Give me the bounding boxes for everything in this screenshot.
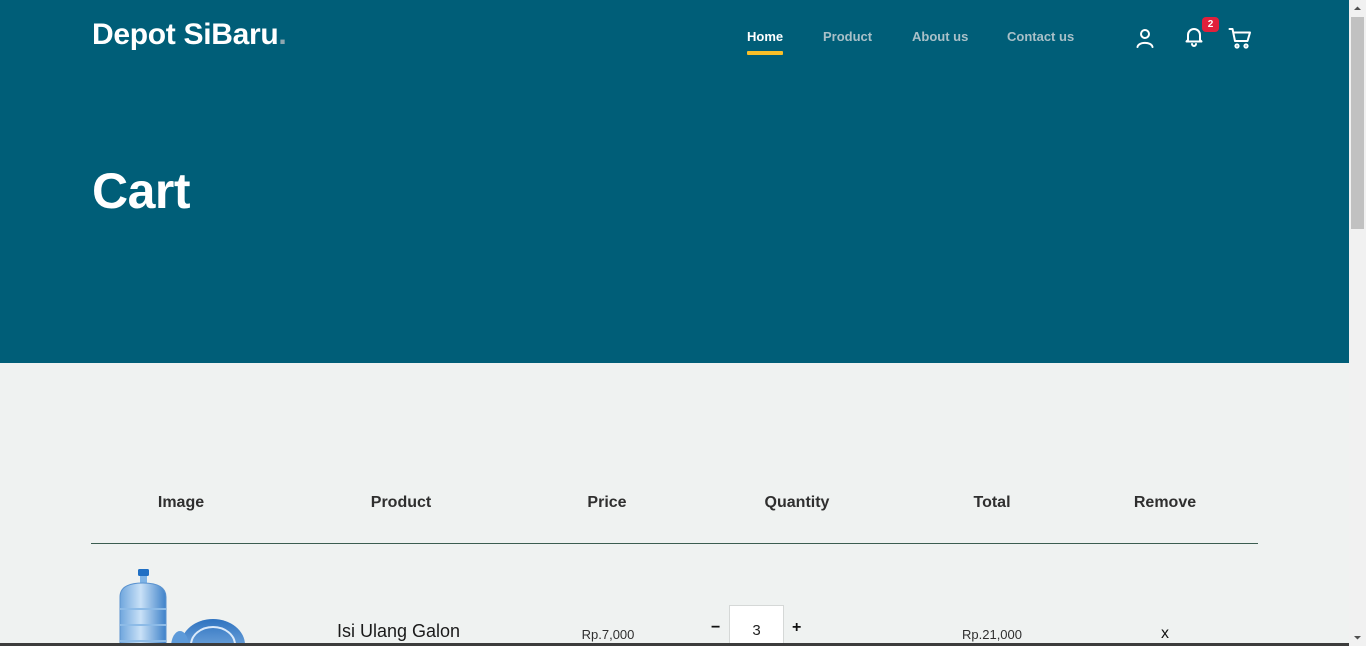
brand-name: Depot SiBaru [92, 18, 279, 51]
column-header-quantity: Quantity [764, 494, 830, 511]
column-header-total: Total [973, 494, 1011, 511]
page-title: Cart [92, 163, 191, 219]
nav-item-about-us[interactable]: About us [912, 29, 968, 44]
cart-icon[interactable] [1228, 26, 1252, 50]
brand-dot: . [278, 18, 287, 51]
nav-item-home[interactable]: Home [747, 29, 784, 55]
brand-logo[interactable]: Depot SiBaru. [92, 18, 287, 52]
water-gallon-image [110, 567, 245, 646]
quantity-decrease-button[interactable]: − [711, 619, 720, 637]
scrollbar-thumb[interactable] [1351, 17, 1364, 229]
nav-item-contact-us[interactable]: Contact us [1007, 29, 1074, 44]
line-total: Rp.21,000 [962, 627, 1022, 642]
nav-item-home-label: Home [747, 29, 784, 44]
product-price: Rp.7,000 [581, 627, 635, 642]
notification-badge: 2 [1202, 17, 1219, 32]
column-header-product: Product [370, 494, 432, 511]
remove-item-button[interactable]: x [1161, 625, 1169, 643]
user-icon[interactable] [1133, 26, 1157, 50]
quantity-input[interactable] [729, 605, 784, 646]
nav-item-product[interactable]: Product [823, 29, 872, 44]
column-header-remove: Remove [1133, 494, 1197, 511]
product-name: Isi Ulang Galon [337, 621, 461, 641]
column-header-image: Image [157, 494, 205, 511]
scroll-down-arrow-icon[interactable] [1349, 629, 1366, 646]
column-header-price: Price [587, 494, 627, 511]
active-nav-indicator [747, 51, 784, 55]
hero-header: Depot SiBaru. Home Product About us Cont… [0, 0, 1349, 363]
quantity-increase-button[interactable]: + [792, 619, 801, 637]
page-viewport: Depot SiBaru. Home Product About us Cont… [0, 0, 1349, 646]
scroll-up-arrow-icon[interactable] [1349, 0, 1366, 17]
table-divider [91, 543, 1258, 544]
